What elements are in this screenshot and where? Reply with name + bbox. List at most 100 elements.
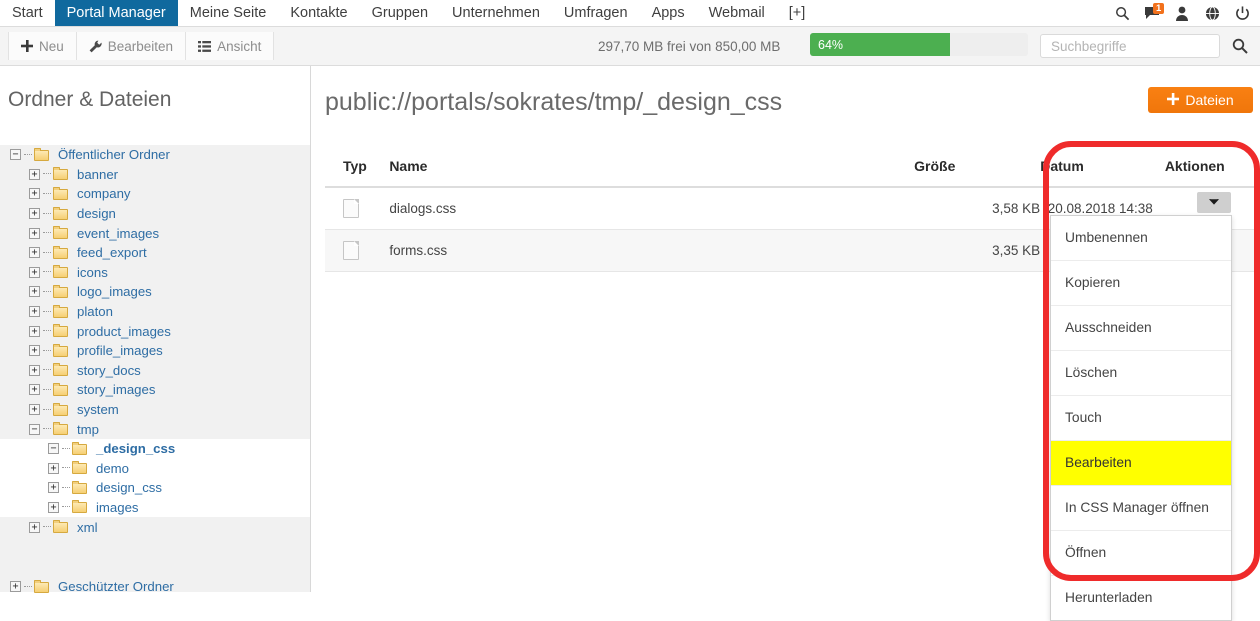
cell-name[interactable]: dialogs.css: [389, 187, 915, 230]
tree-item[interactable]: + product_images: [0, 321, 310, 341]
tree-item-label[interactable]: product_images: [77, 324, 171, 339]
expand-icon[interactable]: +: [48, 501, 59, 513]
dropdown-menu-item[interactable]: Kopieren: [1051, 261, 1231, 306]
tree-item[interactable]: − Öffentlicher Ordner: [0, 145, 310, 165]
tree-item[interactable]: + icons: [0, 263, 310, 283]
expand-icon[interactable]: +: [29, 521, 40, 533]
expand-icon[interactable]: +: [29, 404, 40, 416]
tree-item-label[interactable]: platon: [77, 304, 113, 319]
column-header-name[interactable]: Name: [389, 148, 915, 188]
power-icon[interactable]: [1234, 5, 1250, 21]
dropdown-menu-item[interactable]: Öffnen: [1051, 531, 1231, 576]
tree-item[interactable]: + design_css: [0, 478, 310, 498]
tree-item[interactable]: + banner: [0, 165, 310, 185]
nav-tab-meine-seite[interactable]: Meine Seite: [178, 0, 279, 26]
tree-item-label[interactable]: _design_css: [96, 441, 175, 456]
expand-icon[interactable]: +: [29, 227, 40, 239]
tree-item[interactable]: + design: [0, 204, 310, 224]
expand-icon[interactable]: +: [29, 188, 40, 200]
search-input[interactable]: [1049, 37, 1219, 55]
expand-icon[interactable]: +: [29, 384, 40, 396]
tree-item-label[interactable]: story_images: [77, 382, 155, 397]
tree-item[interactable]: + story_docs: [0, 361, 310, 381]
dropdown-menu-item[interactable]: Herunterladen: [1051, 576, 1231, 620]
search-icon[interactable]: [1114, 5, 1130, 21]
expand-icon[interactable]: +: [48, 482, 59, 494]
search-box[interactable]: [1040, 34, 1220, 58]
tree-item-label[interactable]: banner: [77, 167, 118, 182]
tree-item-label[interactable]: design: [77, 206, 116, 221]
tree-item[interactable]: + platon: [0, 302, 310, 322]
tree-item-label[interactable]: story_docs: [77, 363, 141, 378]
tree-item-label[interactable]: Öffentlicher Ordner: [58, 147, 170, 162]
cell-name[interactable]: forms.css: [389, 229, 915, 272]
expand-icon[interactable]: +: [29, 325, 40, 337]
expand-icon[interactable]: +: [29, 364, 40, 376]
tree-item[interactable]: + feed_export: [0, 243, 310, 263]
dropdown-menu-item[interactable]: Touch: [1051, 396, 1231, 441]
expand-icon[interactable]: +: [29, 247, 40, 259]
tree-item-label[interactable]: design_css: [96, 480, 162, 495]
tree-item-label[interactable]: icons: [77, 265, 108, 280]
view-button[interactable]: Ansicht: [186, 32, 275, 60]
nav-tab-kontakte[interactable]: Kontakte: [278, 0, 359, 26]
dropdown-menu-item[interactable]: Ausschneiden: [1051, 306, 1231, 351]
tree-item[interactable]: + demo: [0, 459, 310, 479]
expand-icon[interactable]: +: [29, 266, 40, 278]
nav-tab-unternehmen[interactable]: Unternehmen: [440, 0, 552, 26]
tree-item-label[interactable]: tmp: [77, 422, 99, 437]
messages-icon[interactable]: 1: [1144, 3, 1165, 21]
tree-item[interactable]: + xml: [0, 517, 310, 537]
tree-item-label[interactable]: images: [96, 500, 139, 515]
nav-tab-gruppen[interactable]: Gruppen: [360, 0, 440, 26]
tree-item[interactable]: + profile_images: [0, 341, 310, 361]
tree-item-label[interactable]: profile_images: [77, 343, 163, 358]
tree-item[interactable]: + system: [0, 400, 310, 420]
row-actions-toggle[interactable]: [1197, 192, 1231, 213]
tree-item[interactable]: + logo_images: [0, 282, 310, 302]
new-button[interactable]: Neu: [8, 32, 77, 60]
dropdown-menu-item[interactable]: Löschen: [1051, 351, 1231, 396]
search-submit-button[interactable]: [1224, 31, 1256, 63]
expand-icon[interactable]: +: [29, 208, 40, 220]
tree-item[interactable]: + story_images: [0, 380, 310, 400]
expand-icon[interactable]: +: [10, 581, 21, 593]
tree-item-label[interactable]: demo: [96, 461, 129, 476]
tree-item-label[interactable]: feed_export: [77, 245, 147, 260]
expand-icon[interactable]: +: [29, 168, 40, 180]
globe-icon[interactable]: [1204, 5, 1220, 21]
tree-item[interactable]: + event_images: [0, 223, 310, 243]
user-icon[interactable]: [1174, 5, 1190, 21]
column-header-date[interactable]: Datum: [1040, 148, 1165, 188]
expand-icon[interactable]: +: [29, 306, 40, 318]
tree-item-label[interactable]: logo_images: [77, 284, 152, 299]
collapse-icon[interactable]: −: [29, 423, 40, 435]
dropdown-menu-item[interactable]: Bearbeiten: [1051, 441, 1231, 486]
tree-item[interactable]: + images: [0, 498, 310, 518]
tree-item-label[interactable]: system: [77, 402, 119, 417]
column-header-type[interactable]: Typ: [325, 148, 390, 188]
expand-icon[interactable]: +: [29, 286, 40, 298]
tree-item[interactable]: − _design_css: [0, 439, 310, 459]
nav-tab-start[interactable]: Start: [0, 0, 55, 26]
tree-item[interactable]: + company: [0, 184, 310, 204]
tree-item[interactable]: − tmp: [0, 419, 310, 439]
expand-icon[interactable]: +: [29, 345, 40, 357]
tree-item-label[interactable]: event_images: [77, 226, 159, 241]
upload-files-button[interactable]: Dateien: [1148, 87, 1253, 113]
dropdown-menu-item[interactable]: In CSS Manager öffnen: [1051, 486, 1231, 531]
tree-item-label[interactable]: xml: [77, 520, 98, 535]
nav-tab-webmail[interactable]: Webmail: [697, 0, 777, 26]
nav-tab-umfragen[interactable]: Umfragen: [552, 0, 640, 26]
dropdown-menu-item[interactable]: Umbenennen: [1051, 216, 1231, 261]
collapse-icon[interactable]: −: [10, 149, 21, 161]
nav-tab-[interactable]: [+]: [777, 0, 818, 26]
nav-tab-portal-manager[interactable]: Portal Manager: [54, 0, 178, 26]
column-header-size[interactable]: Größe: [914, 148, 1041, 188]
nav-tab-apps[interactable]: Apps: [640, 0, 697, 26]
edit-button[interactable]: Bearbeiten: [76, 32, 187, 60]
expand-icon[interactable]: +: [48, 462, 59, 474]
collapse-icon[interactable]: −: [48, 443, 59, 455]
tree-item-protected-folder[interactable]: + Geschützter Ordner: [0, 577, 310, 597]
tree-item-label[interactable]: company: [77, 186, 131, 201]
